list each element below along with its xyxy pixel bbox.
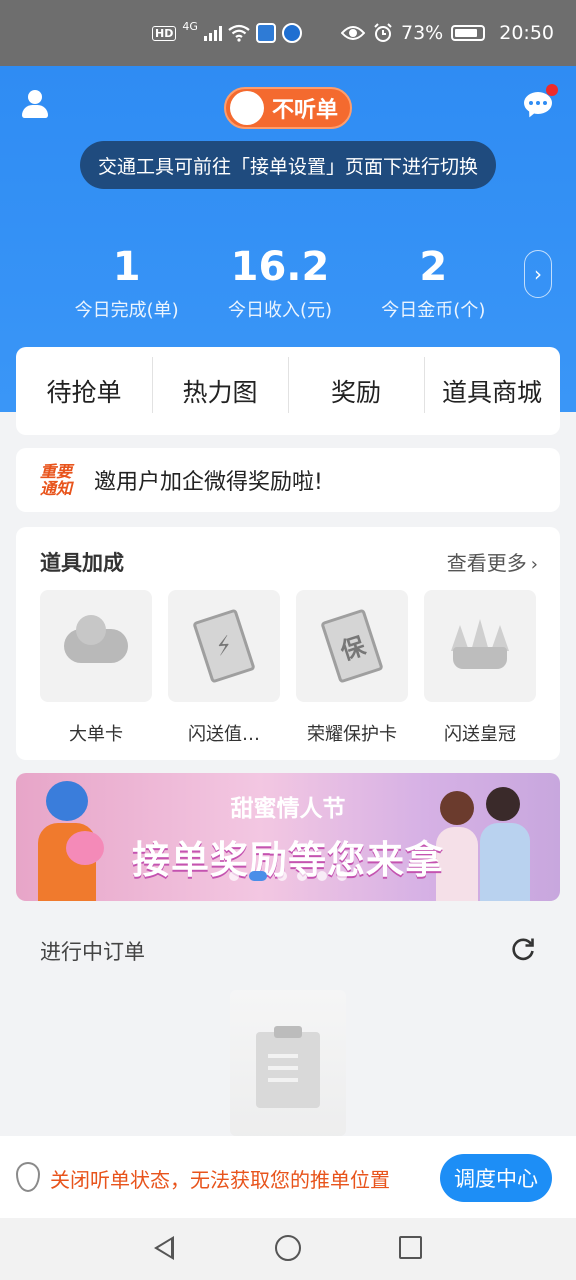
banner-pagination bbox=[16, 871, 560, 881]
listen-toggle-label: 不听单 bbox=[272, 98, 339, 123]
props-more-label: 查看更多 bbox=[446, 551, 527, 575]
cloud-icon bbox=[64, 615, 128, 663]
props-more-link[interactable]: 查看更多 › bbox=[447, 547, 538, 576]
notice-text: 邀用户加企微得奖励啦! bbox=[94, 470, 323, 495]
function-tabs: 待抢单 热力图 奖励 道具商城 bbox=[16, 347, 560, 435]
back-icon[interactable] bbox=[154, 1236, 174, 1260]
clock: 20:50 bbox=[499, 22, 554, 44]
today-stats: 1 今日完成(单) 16.2 今日收入(元) 2 今日金币(个) bbox=[50, 244, 510, 324]
promo-banner[interactable]: 甜蜜情人节 接单奖励等您来拿 bbox=[16, 773, 560, 901]
prop-item[interactable]: 闪送皇冠 bbox=[424, 590, 536, 746]
prop-name: 闪送皇冠 bbox=[444, 724, 516, 745]
stat-label: 今日金币(个) bbox=[381, 300, 486, 321]
eye-icon bbox=[341, 26, 365, 40]
prop-item[interactable]: ⚡ 闪送值… bbox=[168, 590, 280, 746]
stat-completed[interactable]: 1 今日完成(单) bbox=[50, 244, 203, 324]
location-icon bbox=[16, 1162, 40, 1192]
recent-apps-icon[interactable] bbox=[399, 1236, 422, 1259]
stat-coins[interactable]: 2 今日金币(个) bbox=[357, 244, 510, 324]
network-label: 4G bbox=[182, 20, 198, 33]
alarm-icon bbox=[374, 23, 392, 42]
unread-dot bbox=[546, 84, 558, 96]
prop-tile: ⚡ bbox=[168, 590, 280, 702]
props-title: 道具加成 bbox=[40, 551, 124, 575]
pagination-dot bbox=[297, 871, 307, 881]
props-section: 道具加成 查看更多 › 大单卡 ⚡ 闪送值… 保 荣耀保护卡 闪送皇冠 bbox=[16, 527, 560, 760]
refresh-icon[interactable] bbox=[510, 936, 536, 962]
stat-label: 今日收入(元) bbox=[227, 300, 333, 321]
battery-icon bbox=[451, 25, 486, 41]
signal-icon bbox=[203, 25, 222, 41]
home-icon[interactable] bbox=[275, 1235, 301, 1261]
battery-percent: 73% bbox=[401, 22, 444, 44]
stat-label: 今日完成(单) bbox=[74, 300, 179, 321]
wifi-icon bbox=[228, 24, 250, 42]
prop-name: 闪送值… bbox=[188, 724, 260, 745]
system-navbar bbox=[0, 1218, 576, 1280]
pagination-dot bbox=[317, 871, 327, 881]
toggle-knob bbox=[230, 91, 264, 125]
stat-value: 2 bbox=[419, 244, 448, 290]
listen-toggle[interactable]: 不听单 bbox=[224, 87, 352, 129]
banner-subtitle: 甜蜜情人节 bbox=[230, 796, 346, 822]
prop-tile bbox=[424, 590, 536, 702]
stat-value: 16.2 bbox=[230, 244, 330, 290]
message-icon[interactable] bbox=[524, 84, 558, 120]
prop-name: 荣耀保护卡 bbox=[307, 724, 397, 745]
bulb-notification-icon bbox=[281, 23, 302, 43]
tab-rewards[interactable]: 奖励 bbox=[288, 357, 424, 413]
pagination-dot bbox=[337, 871, 347, 881]
prop-item[interactable]: 大单卡 bbox=[40, 590, 152, 746]
crown-icon bbox=[449, 619, 511, 669]
hd-icon: HD bbox=[152, 25, 177, 41]
lightning-card-icon: ⚡ bbox=[192, 608, 256, 684]
listen-status-text: 关闭听单状态，无法获取您的推单位置 bbox=[50, 1168, 390, 1192]
tab-heatmap[interactable]: 热力图 bbox=[152, 357, 288, 413]
pagination-dot bbox=[229, 871, 239, 881]
important-notice[interactable]: 重要通知 邀用户加企微得奖励啦! bbox=[16, 448, 560, 512]
stat-income[interactable]: 16.2 今日收入(元) bbox=[203, 244, 356, 324]
empty-orders-illustration bbox=[220, 990, 356, 1136]
status-bar: HD 4G 73% 20:50 bbox=[0, 0, 576, 66]
vehicle-notice: 交通工具可前往「接单设置」页面下进行切换 bbox=[80, 141, 496, 189]
app-notification-icon bbox=[255, 23, 276, 43]
dispatch-center-button[interactable]: 调度中心 bbox=[440, 1154, 552, 1202]
pagination-dot bbox=[277, 871, 287, 881]
stats-more-chevron-icon[interactable]: › bbox=[524, 250, 552, 298]
status-right: 73% 20:50 bbox=[341, 0, 554, 66]
listen-status-bar: 关闭听单状态，无法获取您的推单位置 调度中心 bbox=[0, 1136, 576, 1218]
stat-value: 1 bbox=[112, 244, 141, 290]
ongoing-orders-title: 进行中订单 bbox=[40, 940, 145, 964]
chevron-right-icon: › bbox=[530, 554, 538, 575]
prop-item[interactable]: 保 荣耀保护卡 bbox=[296, 590, 408, 746]
notice-badge: 重要通知 bbox=[40, 462, 73, 498]
prop-tile bbox=[40, 590, 152, 702]
prop-name: 大单卡 bbox=[69, 724, 123, 745]
tab-grab-orders[interactable]: 待抢单 bbox=[16, 373, 152, 409]
protect-card-icon: 保 bbox=[320, 608, 384, 684]
pagination-dot-active bbox=[249, 871, 267, 881]
user-icon[interactable] bbox=[22, 90, 48, 120]
prop-tile: 保 bbox=[296, 590, 408, 702]
status-left: HD 4G bbox=[152, 0, 302, 66]
tab-prop-store[interactable]: 道具商城 bbox=[424, 357, 560, 413]
